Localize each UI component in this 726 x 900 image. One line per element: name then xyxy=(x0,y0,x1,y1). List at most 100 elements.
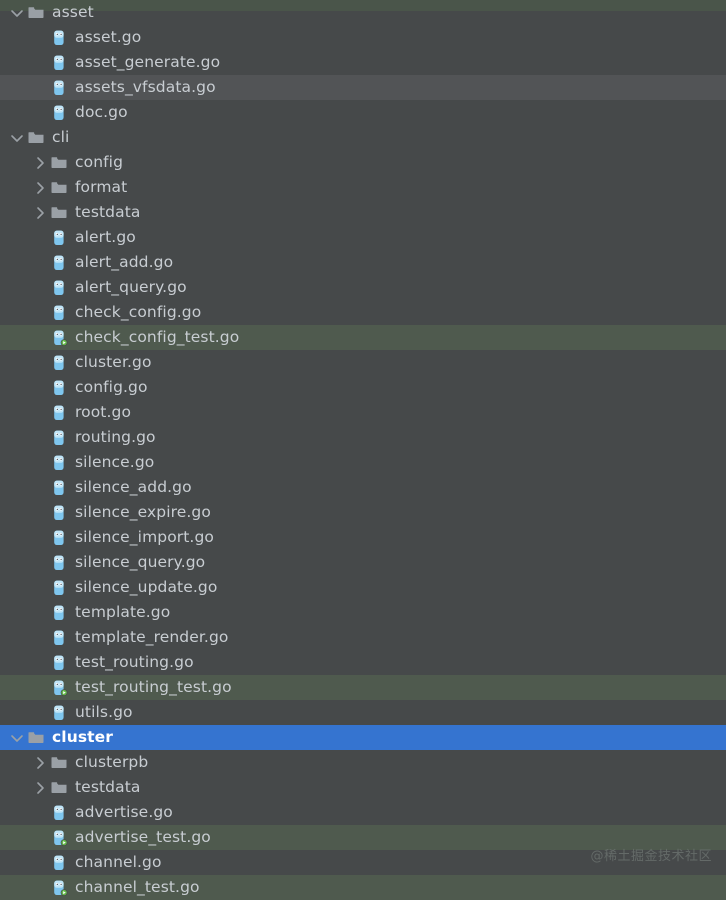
file-name-label: alert.go xyxy=(75,228,136,246)
chevron-right-icon[interactable] xyxy=(32,780,48,796)
tree-file-row[interactable]: advertise.go xyxy=(0,800,726,825)
go-file-icon xyxy=(50,529,68,547)
chevron-down-icon[interactable] xyxy=(9,730,25,746)
folder-icon xyxy=(27,129,45,147)
tree-file-row[interactable]: alert.go xyxy=(0,225,726,250)
tree-file-row[interactable]: asset.go xyxy=(0,25,726,50)
go-file-icon xyxy=(50,554,68,572)
tree-file-row[interactable]: test_routing.go xyxy=(0,650,726,675)
folder-icon xyxy=(27,729,45,747)
tree-file-row[interactable]: template_render.go xyxy=(0,625,726,650)
tree-folder-row[interactable]: cluster xyxy=(0,725,726,750)
file-name-label: asset_generate.go xyxy=(75,53,221,71)
chevron-right-icon[interactable] xyxy=(32,155,48,171)
folder-icon xyxy=(50,779,68,797)
file-name-label: test_routing_test.go xyxy=(75,678,232,696)
folder-name-label: format xyxy=(75,178,128,196)
go-file-icon xyxy=(50,454,68,472)
folder-icon xyxy=(50,204,68,222)
file-name-label: cluster.go xyxy=(75,353,152,371)
go-file-icon xyxy=(50,704,68,722)
tree-folder-row[interactable]: clusterpb xyxy=(0,750,726,775)
tree-folder-row[interactable]: testdata xyxy=(0,775,726,800)
file-name-label: advertise.go xyxy=(75,803,173,821)
tree-folder-row[interactable]: testdata xyxy=(0,200,726,225)
go-file-icon xyxy=(50,479,68,497)
tree-file-row[interactable]: cluster.go xyxy=(0,350,726,375)
go-file-icon xyxy=(50,304,68,322)
file-name-label: template.go xyxy=(75,603,171,621)
tree-file-row[interactable]: routing.go xyxy=(0,425,726,450)
file-name-label: asset.go xyxy=(75,28,142,46)
go-file-icon xyxy=(50,854,68,872)
tree-file-row[interactable]: advertise_test.go xyxy=(0,825,726,850)
file-name-label: advertise_test.go xyxy=(75,828,211,846)
go-file-icon xyxy=(50,54,68,72)
folder-name-label: config xyxy=(75,153,124,171)
chevron-down-icon[interactable] xyxy=(9,5,25,21)
tree-file-row[interactable]: check_config.go xyxy=(0,300,726,325)
go-file-icon xyxy=(50,229,68,247)
file-name-label: root.go xyxy=(75,403,132,421)
tree-file-row[interactable]: silence_update.go xyxy=(0,575,726,600)
go-file-icon xyxy=(50,379,68,397)
tree-file-row[interactable]: template.go xyxy=(0,600,726,625)
tree-folder-row[interactable]: cli xyxy=(0,125,726,150)
tree-folder-row[interactable]: asset xyxy=(0,0,726,25)
tree-file-row[interactable]: root.go xyxy=(0,400,726,425)
tree-file-row[interactable]: alert_query.go xyxy=(0,275,726,300)
go-file-icon xyxy=(50,429,68,447)
tree-file-row[interactable]: silence_import.go xyxy=(0,525,726,550)
tree-file-row[interactable]: assets_vfsdata.go xyxy=(0,75,726,100)
file-name-label: silence_update.go xyxy=(75,578,218,596)
file-name-label: silence_expire.go xyxy=(75,503,211,521)
tree-file-row[interactable]: channel.go xyxy=(0,850,726,875)
tree-file-row[interactable]: asset_generate.go xyxy=(0,50,726,75)
go-test-file-icon xyxy=(50,879,68,897)
tree-file-row[interactable]: test_routing_test.go xyxy=(0,675,726,700)
go-test-file-icon xyxy=(50,329,68,347)
tree-file-row[interactable]: utils.go xyxy=(0,700,726,725)
tree-file-row[interactable]: silence_query.go xyxy=(0,550,726,575)
go-file-icon xyxy=(50,604,68,622)
go-file-icon xyxy=(50,804,68,822)
tree-folder-row[interactable]: format xyxy=(0,175,726,200)
go-file-icon xyxy=(50,29,68,47)
folder-name-label: asset xyxy=(52,3,94,21)
tree-file-row[interactable]: alert_add.go xyxy=(0,250,726,275)
file-name-label: routing.go xyxy=(75,428,156,446)
folder-icon xyxy=(50,754,68,772)
folder-name-label: clusterpb xyxy=(75,753,149,771)
chevron-right-icon[interactable] xyxy=(32,205,48,221)
tree-file-row[interactable]: silence.go xyxy=(0,450,726,475)
go-file-icon xyxy=(50,629,68,647)
chevron-down-icon[interactable] xyxy=(9,130,25,146)
folder-name-label: cli xyxy=(52,128,70,146)
file-name-label: config.go xyxy=(75,378,148,396)
tree-file-row[interactable]: silence_add.go xyxy=(0,475,726,500)
go-file-icon xyxy=(50,504,68,522)
folder-name-label: cluster xyxy=(52,728,114,746)
tree-folder-row[interactable]: config xyxy=(0,150,726,175)
chevron-right-icon[interactable] xyxy=(32,180,48,196)
file-name-label: template_render.go xyxy=(75,628,229,646)
file-name-label: test_routing.go xyxy=(75,653,194,671)
tree-file-row[interactable]: silence_expire.go xyxy=(0,500,726,525)
file-name-label: alert_add.go xyxy=(75,253,174,271)
file-name-label: silence_import.go xyxy=(75,528,214,546)
folder-icon xyxy=(27,4,45,22)
file-name-label: channel_test.go xyxy=(75,878,200,896)
file-name-label: check_config.go xyxy=(75,303,202,321)
file-name-label: assets_vfsdata.go xyxy=(75,78,216,96)
tree-file-row[interactable]: check_config_test.go xyxy=(0,325,726,350)
folder-name-label: testdata xyxy=(75,203,141,221)
tree-file-row[interactable]: config.go xyxy=(0,375,726,400)
file-tree-rows: asset asset.go asset_generate.go assets_vfs… xyxy=(0,0,726,900)
tree-file-row[interactable]: doc.go xyxy=(0,100,726,125)
folder-icon xyxy=(50,179,68,197)
tree-file-row[interactable]: channel_test.go xyxy=(0,875,726,900)
file-name-label: utils.go xyxy=(75,703,133,721)
go-file-icon xyxy=(50,654,68,672)
chevron-right-icon[interactable] xyxy=(32,755,48,771)
file-tree-panel[interactable]: asset asset.go asset_generate.go assets_vfs… xyxy=(0,0,726,900)
